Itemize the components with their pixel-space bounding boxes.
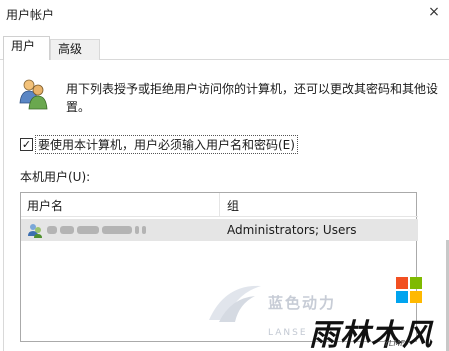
intro-text: 用下列表授予或拒绝用户访问你的计算机，还可以更改其密码和其他设置。 xyxy=(66,82,439,114)
column-divider[interactable] xyxy=(219,193,220,217)
window-title: 用户帐户 xyxy=(6,8,55,22)
windows-logo-icon xyxy=(396,277,422,303)
windows-logo-tile xyxy=(396,291,408,303)
table-row[interactable]: Administrators; Users xyxy=(21,219,418,241)
user-list-header: 用户名 组 xyxy=(21,193,418,217)
tab-users[interactable]: 用户 xyxy=(3,36,50,61)
tab-strip: 用户 高级 xyxy=(0,35,449,61)
user-list-caption: 本机用户(U): xyxy=(20,170,91,184)
column-header-group[interactable]: 组 xyxy=(227,197,239,214)
obscured-user-name xyxy=(47,226,152,234)
checkmark-icon: ✓ xyxy=(21,137,32,151)
require-password-label[interactable]: 要使用本计算机，用户必须输入用户名和密码(E) xyxy=(35,134,298,154)
title-bar: 用户帐户 × xyxy=(0,0,449,28)
row-group: Administrators; Users xyxy=(227,223,357,237)
tab-advanced[interactable]: 高级 xyxy=(50,39,100,60)
require-password-checkbox[interactable]: ✓ xyxy=(20,137,33,151)
close-icon: × xyxy=(428,4,440,20)
close-button[interactable]: × xyxy=(419,0,449,24)
windows-logo-tile xyxy=(396,277,408,289)
brand-watermark-sub: YLMF xyxy=(384,339,405,348)
watermark-text-en: LANSE xyxy=(268,328,308,338)
windows-logo-tile xyxy=(410,277,422,289)
user-account-icon xyxy=(28,224,42,238)
users-icon xyxy=(19,79,48,110)
column-header-user-name[interactable]: 用户名 xyxy=(27,197,63,214)
watermark-logo xyxy=(209,285,261,322)
require-password-row: ✓ 要使用本计算机，用户必须输入用户名和密码(E) xyxy=(20,134,298,154)
windows-logo-tile xyxy=(410,291,422,303)
brand-watermark: 雨林木风 xyxy=(309,318,433,351)
